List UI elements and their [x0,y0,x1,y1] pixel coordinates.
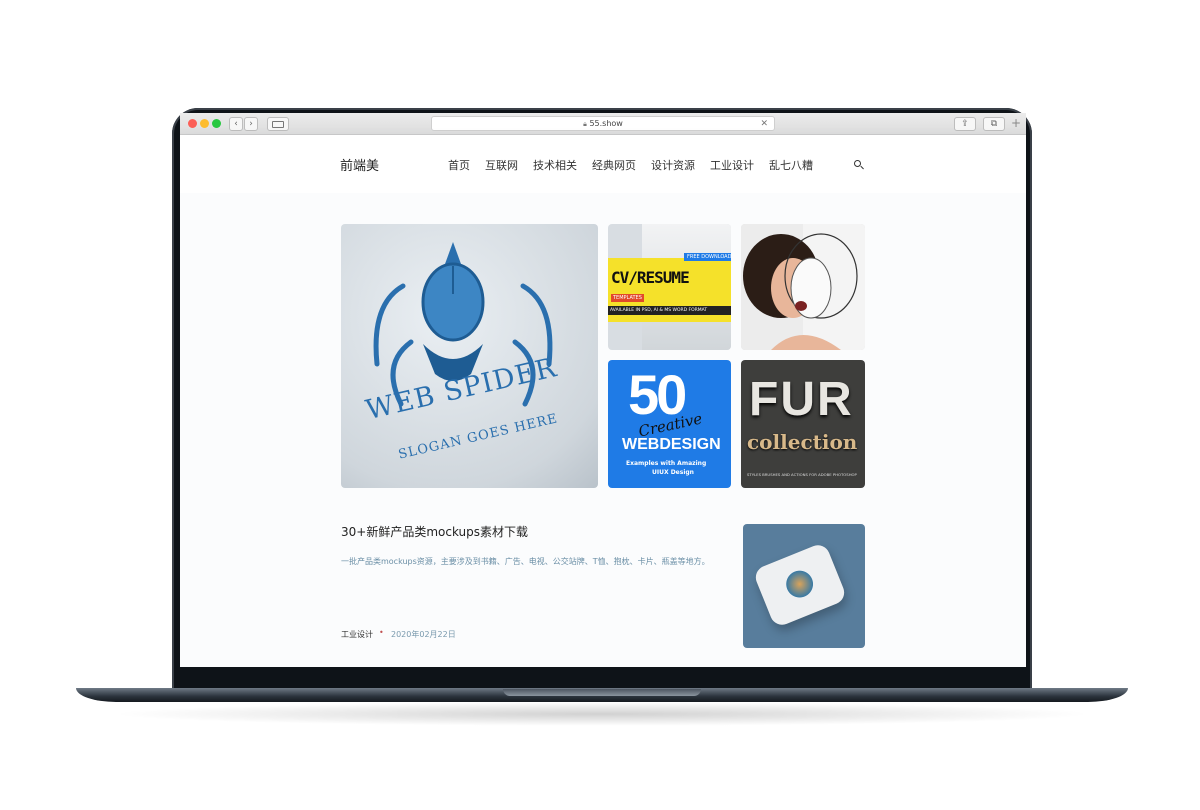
minimize-window-button[interactable] [200,119,209,128]
nav-item-internet[interactable]: 互联网 [485,157,518,173]
webdesign-sub1: Examples with Amazing [626,460,707,467]
featured-card-webdesign[interactable]: 50 Creative WEBDESIGN Examples with Amaz… [608,360,731,488]
nav-item-industrial-design[interactable]: 工业设计 [710,157,754,173]
post-title[interactable]: 30+新鲜产品类mockups素材下载 [341,523,528,540]
close-window-button[interactable] [188,119,197,128]
main-nav: 首页 互联网 技术相关 经典网页 设计资源 工业设计 乱七八糟 [448,157,813,173]
search-icon[interactable] [853,159,865,171]
tabs-overview-button[interactable]: ⧉ [983,117,1005,131]
post-excerpt: 一批产品类mockups资源，主要涉及到书籍、广告、电视、公交站牌、T恤、抱枕、… [341,557,710,566]
cv-templates-label: TEMPLATES [611,294,644,302]
spider-logo-image [373,242,553,407]
stop-icon[interactable]: ✕ [760,117,768,131]
nav-item-design-resources[interactable]: 设计资源 [651,157,695,173]
main-content: WEB SPIDER SLOGAN GOES HERE FREE DOWNLOA… [180,193,1026,667]
lock-icon: 🔒︎ [583,120,587,128]
site-logo[interactable]: 前端美 [340,155,379,174]
fur-title: FUR [749,373,854,426]
sidebar-icon [272,121,284,128]
laptop-mockup: ‹ › 🔒︎ 55.show ✕ ⇪ ⧉ + 前端美 首页 互联网 技术相关 经… [0,0,1200,810]
featured-card-cv-resume[interactable]: FREE DOWNLOAD CV/RESUME TEMPLATES AVAILA… [608,224,731,350]
fur-collection: collection [747,430,858,454]
share-button[interactable]: ⇪ [954,117,976,131]
laptop-bezel [180,667,1026,689]
post-category[interactable]: 工业设计 [341,629,373,640]
laptop-notch [503,689,701,696]
cv-title: CV/RESUME [611,268,690,287]
post-meta-separator: • [379,628,384,637]
nav-item-classic-web[interactable]: 经典网页 [592,157,636,173]
portrait-image [741,224,865,350]
nav-item-tech[interactable]: 技术相关 [533,157,577,173]
address-bar[interactable]: 🔒︎ 55.show ✕ [431,116,775,131]
webdesign-sub2: UIUX Design [652,469,694,476]
pillow-mockup-image [752,541,848,629]
sidebar-toggle-button[interactable] [267,117,289,131]
new-tab-button[interactable]: + [1011,116,1021,130]
site-header: 前端美 首页 互联网 技术相关 经典网页 设计资源 工业设计 乱七八糟 [180,135,1026,193]
cv-badge: FREE DOWNLOAD [684,253,731,261]
post-date: 2020年02月22日 [391,630,456,639]
zoom-window-button[interactable] [212,119,221,128]
webdesign-title: WEBDESIGN [622,436,721,453]
laptop-shadow [110,702,1094,726]
forward-button[interactable]: › [244,117,258,131]
cv-footer: AVAILABLE IN PSD, AI & MS WORD FORMAT [608,306,731,315]
nav-item-home[interactable]: 首页 [448,157,470,173]
url-text: 55.show [589,119,623,128]
post-thumbnail[interactable] [743,524,865,648]
back-button[interactable]: ‹ [229,117,243,131]
browser-toolbar: ‹ › 🔒︎ 55.show ✕ ⇪ ⧉ + [180,113,1026,135]
fur-footer: STYLES BRUSHES AND ACTIONS FOR ADOBE PHO… [747,472,857,477]
nav-item-misc[interactable]: 乱七八糟 [769,157,813,173]
featured-card-fur[interactable]: FUR collection STYLES BRUSHES AND ACTION… [741,360,865,488]
featured-card-web-spider[interactable]: WEB SPIDER SLOGAN GOES HERE [341,224,598,488]
featured-card-portrait[interactable] [741,224,865,350]
browser-window: ‹ › 🔒︎ 55.show ✕ ⇪ ⧉ + 前端美 首页 互联网 技术相关 经… [180,113,1026,667]
